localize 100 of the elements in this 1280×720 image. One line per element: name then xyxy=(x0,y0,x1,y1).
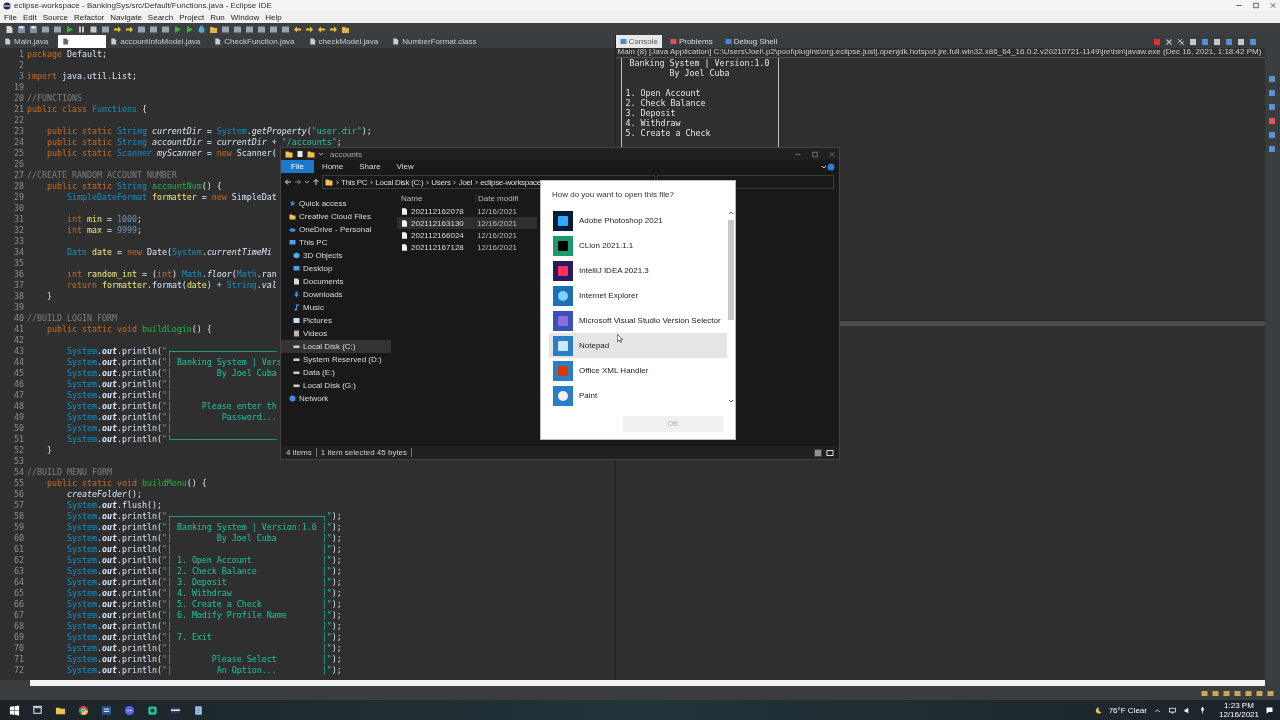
app-option[interactable]: Microsoft Visual Studio Version Selector xyxy=(549,308,727,334)
breadcrumb-item[interactable]: Joel xyxy=(458,177,473,187)
nav-item[interactable]: Desktop xyxy=(281,262,391,275)
arrow-left-icon[interactable] xyxy=(317,24,326,34)
notepad-icon[interactable] xyxy=(193,704,204,716)
file-row[interactable]: 202112166024 12/16/2021 xyxy=(397,229,537,241)
panel-tab[interactable]: Console xyxy=(615,35,662,48)
tiles-view-icon[interactable] xyxy=(826,448,834,457)
clock-time[interactable]: 1:23 PM xyxy=(1224,701,1254,710)
editor-tab[interactable]: Main.java xyxy=(0,35,59,48)
up-arrow-icon[interactable] xyxy=(312,178,320,186)
remove-all-icon[interactable] xyxy=(1177,37,1185,46)
debug-icon[interactable] xyxy=(197,24,206,34)
help-icon[interactable] xyxy=(827,162,835,171)
file-row[interactable]: 202112163130 12/16/2021 xyxy=(397,217,537,229)
nav-item[interactable]: Pictures xyxy=(281,314,391,327)
folder-icon[interactable] xyxy=(341,24,350,34)
notification-icon[interactable] xyxy=(1265,705,1274,715)
menu-item[interactable]: Help xyxy=(265,12,282,22)
app-option[interactable]: Adobe Photoshop 2021 xyxy=(549,208,727,234)
breadcrumb-item[interactable]: Users xyxy=(431,177,451,187)
nav-item[interactable]: Data (E:) xyxy=(281,366,391,379)
nav-item[interactable]: Music xyxy=(281,301,391,314)
caret-icon[interactable] xyxy=(318,151,324,157)
clock-date[interactable]: 12/16/2021 xyxy=(1218,710,1259,719)
editor-tab[interactable]: accountInfoModel.java xyxy=(106,35,211,48)
menu-item[interactable]: Search xyxy=(147,12,174,22)
editor-tab[interactable]: NumberFormat.class xyxy=(388,35,487,48)
nav-item[interactable]: Quick access xyxy=(281,197,391,210)
menu-item[interactable]: Edit xyxy=(22,12,37,22)
panel-tab[interactable]: Problems xyxy=(665,35,717,48)
app-option[interactable]: Office XML Handler xyxy=(549,358,727,384)
folder-icon[interactable] xyxy=(307,150,315,158)
start-icon[interactable] xyxy=(9,704,20,716)
arrow-left-icon[interactable] xyxy=(293,24,302,34)
chevron-down-icon[interactable] xyxy=(821,163,827,170)
breadcrumb-item[interactable]: eclipse-workspace xyxy=(480,177,541,187)
pause-icon[interactable] xyxy=(77,24,86,34)
breadcrumb-item[interactable]: Local Disk (C:) xyxy=(375,177,424,187)
editor-tab[interactable]: CheckFunction.java xyxy=(210,35,305,48)
app-option[interactable]: Paint xyxy=(549,383,727,409)
app-option[interactable]: Internet Explorer xyxy=(549,283,727,309)
nav-item[interactable]: OneDrive - Personal xyxy=(281,223,391,236)
save-icon[interactable] xyxy=(17,24,26,34)
menu-item[interactable]: Refactor xyxy=(74,12,105,22)
chat-app-icon[interactable] xyxy=(124,704,135,716)
nav-item[interactable]: Creative Cloud Files xyxy=(281,210,391,223)
app-option[interactable]: IntelliJ IDEA 2021.3 xyxy=(549,258,727,284)
menu-item[interactable]: Navigate xyxy=(110,12,142,22)
properties-icon[interactable] xyxy=(296,150,304,158)
file-row[interactable]: 202112167128 12/16/2021 xyxy=(397,241,537,253)
details-view-icon[interactable] xyxy=(814,448,822,457)
forward-arrow-icon[interactable] xyxy=(294,178,302,186)
nav-item[interactable]: Local Disk (G:) xyxy=(281,379,391,392)
panel-tab[interactable]: Debug Shell xyxy=(720,35,782,48)
editor-tab[interactable] xyxy=(58,35,107,48)
document-app-icon[interactable] xyxy=(101,704,112,716)
menu-item[interactable]: Window xyxy=(230,12,260,22)
save-icon[interactable] xyxy=(29,24,38,34)
breadcrumb-item[interactable]: This PC xyxy=(341,177,368,187)
column-header[interactable]: Name xyxy=(397,193,475,203)
editor-tab[interactable]: checkModel.java xyxy=(304,35,389,48)
ribbon-tab[interactable]: Home xyxy=(313,160,352,173)
menu-item[interactable]: File xyxy=(4,12,17,22)
nav-item[interactable]: Downloads xyxy=(281,288,391,301)
weather-text[interactable]: 76°F Clear xyxy=(1108,705,1147,715)
arrow-right-icon[interactable] xyxy=(329,24,338,34)
caret-icon[interactable] xyxy=(304,179,310,185)
remove-icon[interactable] xyxy=(1165,37,1173,46)
app-option[interactable]: Notepad xyxy=(549,333,727,359)
file-row[interactable]: 202112162078 12/16/2021 xyxy=(397,205,537,217)
folder-icon[interactable] xyxy=(209,24,218,34)
back-arrow-icon[interactable] xyxy=(284,178,292,186)
ribbon-tab[interactable]: View xyxy=(388,160,422,173)
stop-icon[interactable] xyxy=(89,24,98,34)
nav-item[interactable]: Videos xyxy=(281,327,391,340)
app-option[interactable]: CLion 2021.1.1 xyxy=(549,233,727,259)
ribbon-tab[interactable]: File xyxy=(281,160,314,173)
tool-icon[interactable] xyxy=(101,24,110,34)
arrow-right-icon[interactable] xyxy=(305,24,314,34)
nav-item[interactable]: Local Disk (C:) xyxy=(281,340,391,353)
run-icon[interactable] xyxy=(65,24,74,34)
network-icon[interactable] xyxy=(1167,705,1177,715)
app-icon[interactable] xyxy=(147,704,158,716)
nav-item[interactable]: Documents xyxy=(281,275,391,288)
menu-item[interactable]: Project xyxy=(179,12,205,22)
menu-item[interactable]: Source xyxy=(42,12,69,22)
nav-item[interactable]: System Reserved (D:) xyxy=(281,353,391,366)
menu-item[interactable]: Run xyxy=(210,12,225,22)
nav-item[interactable]: 3D Objects xyxy=(281,249,391,262)
chevron-up-icon[interactable] xyxy=(728,210,734,217)
nav-item[interactable]: This PC xyxy=(281,236,391,249)
browser-icon[interactable] xyxy=(78,704,89,716)
column-header[interactable]: Date modifi xyxy=(475,193,519,203)
task-view-icon[interactable] xyxy=(32,704,43,716)
nav-item[interactable]: Network xyxy=(281,392,391,405)
horizontal-scrollbar[interactable] xyxy=(30,680,1265,686)
line-number: 3 xyxy=(18,71,25,82)
ribbon-tab[interactable]: Share xyxy=(351,160,389,173)
chevron-down-icon[interactable] xyxy=(728,398,734,405)
